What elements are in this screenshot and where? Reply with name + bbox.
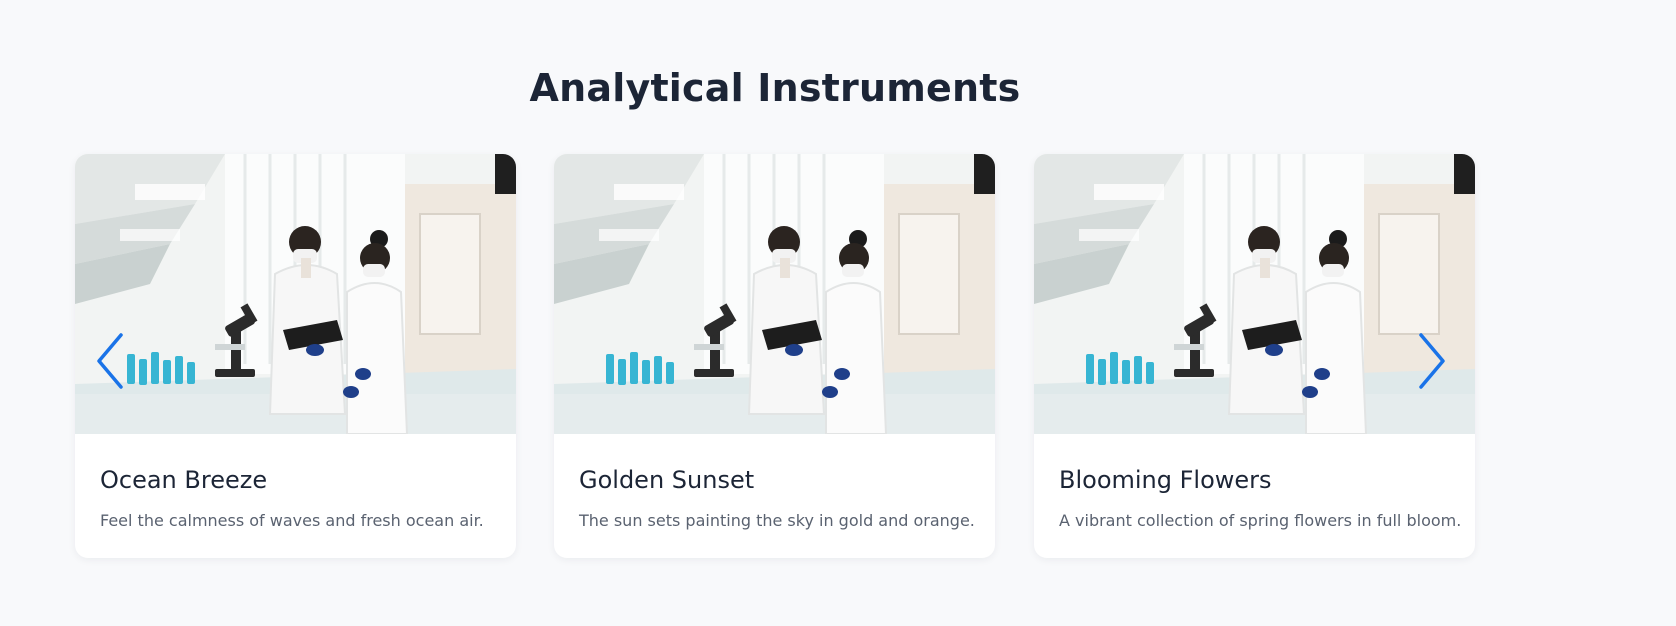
page: Analytical Instruments Ocean Breeze Feel… [0, 0, 1676, 626]
card-image [75, 154, 516, 434]
card-title: Golden Sunset [579, 466, 755, 494]
card-title: Ocean Breeze [100, 466, 268, 494]
carousel-prev-button[interactable] [90, 329, 130, 393]
card-body: Ocean Breeze Feel the calmness of waves … [75, 465, 516, 532]
chevron-left-icon [97, 333, 123, 389]
card-body: Golden Sunset The sun sets painting the … [554, 465, 995, 532]
card-title: Blooming Flowers [1059, 466, 1272, 494]
carousel-card[interactable]: Blooming Flowers A vibrant collection of… [1034, 154, 1475, 558]
card-description: Feel the calmness of waves and fresh oce… [100, 511, 484, 530]
carousel-card[interactable]: Golden Sunset The sun sets painting the … [554, 154, 995, 558]
carousel-card[interactable]: Ocean Breeze Feel the calmness of waves … [75, 154, 516, 558]
section-title: Analytical Instruments [529, 66, 1021, 110]
carousel-next-button[interactable] [1412, 329, 1452, 393]
card-image [554, 154, 995, 434]
carousel: Ocean Breeze Feel the calmness of waves … [75, 154, 1475, 558]
card-body: Blooming Flowers A vibrant collection of… [1034, 465, 1475, 532]
card-image [1034, 154, 1475, 434]
card-description: The sun sets painting the sky in gold an… [579, 511, 975, 530]
card-description: A vibrant collection of spring flowers i… [1059, 511, 1462, 530]
chevron-right-icon [1419, 333, 1445, 389]
